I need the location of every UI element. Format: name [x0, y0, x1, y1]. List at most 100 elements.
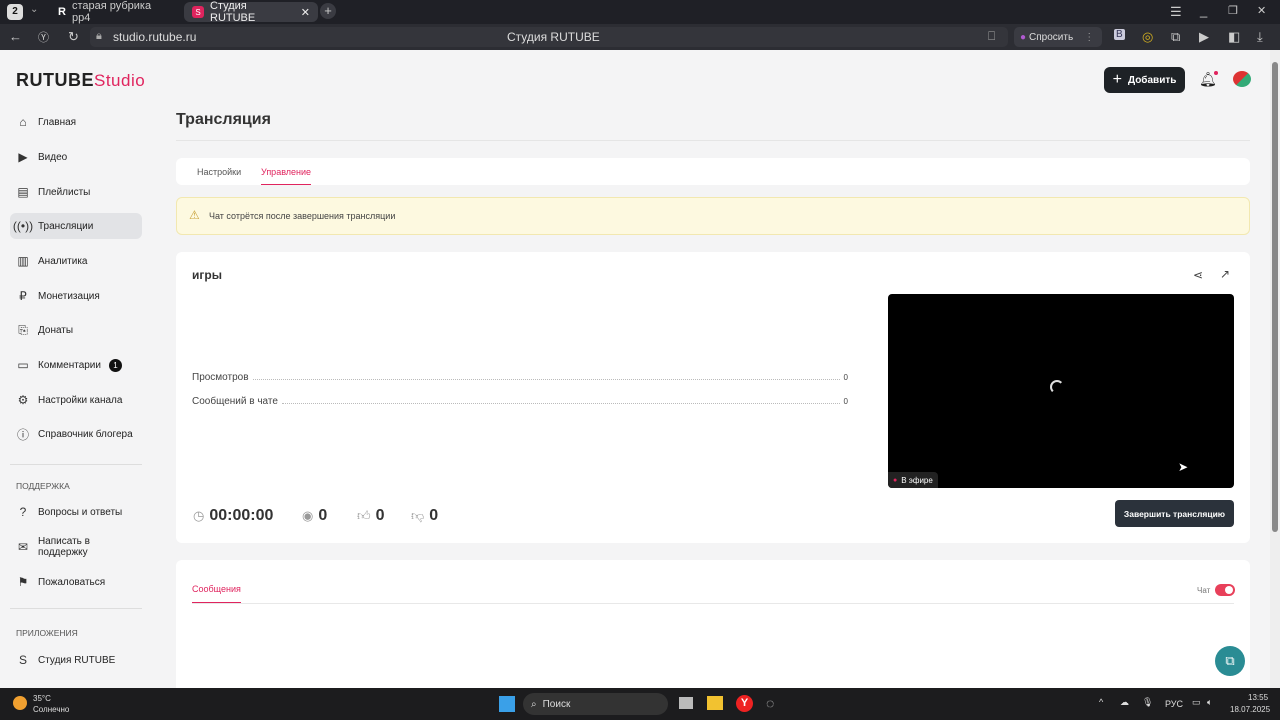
reload-icon[interactable]: ↻: [68, 29, 79, 45]
language-indicator[interactable]: РУС: [1165, 699, 1183, 709]
clock-date[interactable]: 18.07.2025: [1230, 705, 1270, 714]
support-chat-button[interactable]: ⧉: [1215, 646, 1245, 676]
live-badge: ● В эфире: [888, 472, 938, 488]
yandex-icon[interactable]: Ⓨ: [38, 29, 49, 45]
live-label: В эфире: [901, 475, 933, 485]
mic-icon[interactable]: 🎙︎: [1142, 697, 1153, 708]
cursor-icon: ➤: [1178, 460, 1189, 474]
close-icon[interactable]: ✕: [301, 6, 310, 19]
end-stream-button[interactable]: Завершить трансляцию: [1115, 500, 1234, 527]
sidebar-item-blogger-guide[interactable]: ⓘ Справочник блогера: [10, 421, 142, 447]
lock-icon: 🔒︎: [96, 30, 102, 42]
clock-icon: ◷: [193, 508, 205, 523]
search-box[interactable]: ⌕ Поиск: [523, 693, 668, 715]
yandex-browser-icon[interactable]: Y: [736, 695, 753, 712]
windows-start-icon[interactable]: [499, 696, 515, 712]
info-icon: ⓘ: [16, 427, 29, 442]
browser-tab[interactable]: Rстарая рубрика рр4: [50, 0, 180, 24]
clock-time[interactable]: 13:55: [1248, 693, 1268, 702]
back-icon[interactable]: ←: [9, 29, 22, 44]
stat-value: 0: [843, 397, 848, 406]
sidebar-item-home[interactable]: ⌂ Главная: [10, 109, 142, 135]
sidebar-item-report[interactable]: ⚑ Пожаловаться: [10, 569, 142, 595]
studio-app-icon: S: [18, 653, 27, 667]
task-view-icon[interactable]: [679, 697, 693, 709]
bookmark-icon[interactable]: ⎕: [988, 29, 995, 44]
stat-chat-messages: Сообщений в чате 0: [192, 396, 848, 407]
restore-icon[interactable]: ❐: [1228, 4, 1238, 17]
url-field[interactable]: 🔒︎ studio.rutube.ru Студия RUTUBE ⎕: [90, 27, 1008, 47]
sidebar-item-streams[interactable]: ((•)) Трансляции: [10, 213, 142, 239]
sidebar-label: Донаты: [38, 324, 74, 336]
dislikes-count: 👎︎ 0: [411, 507, 438, 525]
sidebar-item-channel-settings[interactable]: ⚙ Настройки канала: [10, 387, 142, 413]
sidebar-label: Аналитика: [38, 255, 88, 267]
warning-banner: ⚠ Чат сотрётся после завершения трансляц…: [176, 197, 1250, 235]
ask-button[interactable]: ● Спросить ⋮: [1014, 27, 1102, 47]
media-icon[interactable]: ▶: [1199, 29, 1209, 45]
add-button[interactable]: + Добавить: [1104, 67, 1185, 93]
external-link-icon[interactable]: ↗: [1220, 267, 1230, 281]
sidebar-label: Главная: [38, 116, 77, 128]
url-text: studio.rutube.ru: [113, 30, 197, 44]
sidebar-label: Пожаловаться: [38, 576, 106, 588]
chevron-down-icon[interactable]: ⌄: [30, 4, 38, 15]
question-icon: ?: [19, 505, 27, 519]
puzzle-icon[interactable]: ⧉: [1171, 29, 1180, 45]
sidebar-item-video[interactable]: ▶ Видео: [10, 144, 142, 170]
display-icon[interactable]: ▭: [1192, 697, 1201, 708]
download-icon[interactable]: ⤓: [1257, 29, 1263, 45]
sidebar-item-monetization[interactable]: ₽ Монетизация: [10, 283, 142, 309]
alice-icon: ●: [1020, 31, 1027, 43]
tab-count[interactable]: 2: [7, 4, 23, 20]
app-icon[interactable]: ◌: [766, 695, 774, 711]
sidebar-item-analytics[interactable]: ▥ Аналитика: [10, 248, 142, 274]
tray-chevron-icon[interactable]: ^: [1099, 697, 1103, 707]
gear-icon: ⚙: [17, 393, 29, 407]
sidebar-label: Написать в поддержку: [37, 536, 90, 558]
minimize-icon[interactable]: _: [1200, 3, 1207, 18]
sidebar-item-studio-app[interactable]: S Студия RUTUBE: [10, 647, 142, 673]
flag-icon: ⚑: [17, 575, 29, 589]
scrollbar[interactable]: [1270, 50, 1280, 688]
tab-management[interactable]: Управление: [261, 167, 312, 185]
tab-label: Студия RUTUBE: [210, 0, 256, 24]
weather-text: Солнечно: [33, 705, 70, 714]
vk-extension-icon[interactable]: B: [1114, 29, 1125, 40]
chat-toggle[interactable]: [1215, 584, 1235, 596]
plus-icon: +: [1112, 71, 1122, 88]
file-explorer-icon[interactable]: [707, 696, 723, 710]
ask-label: Спросить: [1029, 31, 1074, 43]
viewers-count: ◉ 0: [302, 507, 327, 525]
sidebar-item-donations[interactable]: ⎘ Донаты: [10, 317, 142, 343]
avatar[interactable]: [1233, 71, 1251, 87]
extension-icon[interactable]: ◎: [1142, 29, 1153, 45]
close-window-icon[interactable]: ✕: [1257, 4, 1266, 17]
browser-tab-active[interactable]: S Студия RUTUBE ✕: [184, 0, 318, 24]
video-preview[interactable]: ● В эфире ➤: [888, 294, 1234, 488]
volume-icon[interactable]: 🔈︎: [1207, 697, 1212, 708]
share-icon[interactable]: ⋖: [1193, 268, 1203, 282]
sidebar-icon[interactable]: ◧: [1228, 29, 1240, 45]
sidebar-label: Настройки канала: [38, 394, 123, 406]
weather-icon[interactable]: [13, 696, 27, 710]
add-label: Добавить: [1127, 74, 1177, 86]
network-icon[interactable]: ☁: [1120, 697, 1129, 708]
sidebar-item-contact-support[interactable]: ✉ Написать в поддержку: [10, 534, 142, 560]
video-icon: ▶: [18, 150, 28, 164]
tab-label: старая рубрика рр4: [71, 0, 152, 24]
logo[interactable]: RUTUBEStudio: [16, 70, 145, 91]
comments-badge: 1: [108, 358, 122, 372]
sidebar-item-faq[interactable]: ? Вопросы и ответы: [10, 499, 142, 525]
user-icon: ◉: [302, 508, 314, 523]
sidebar-item-playlists[interactable]: ▤ Плейлисты: [10, 179, 142, 205]
stat-label: Просмотров: [192, 372, 249, 383]
stat-value: 0: [843, 373, 848, 382]
tab-settings[interactable]: Настройки: [197, 167, 241, 177]
tab-messages[interactable]: Сообщения: [192, 584, 241, 603]
bell-icon[interactable]: 🔔︎: [1199, 71, 1218, 88]
menu-icon[interactable]: ☰: [1170, 4, 1182, 20]
new-tab-button[interactable]: +: [320, 3, 336, 19]
sidebar-item-comments[interactable]: ▭ Комментарии 1: [10, 352, 142, 378]
tabs-card: Настройки Управление: [176, 158, 1250, 185]
